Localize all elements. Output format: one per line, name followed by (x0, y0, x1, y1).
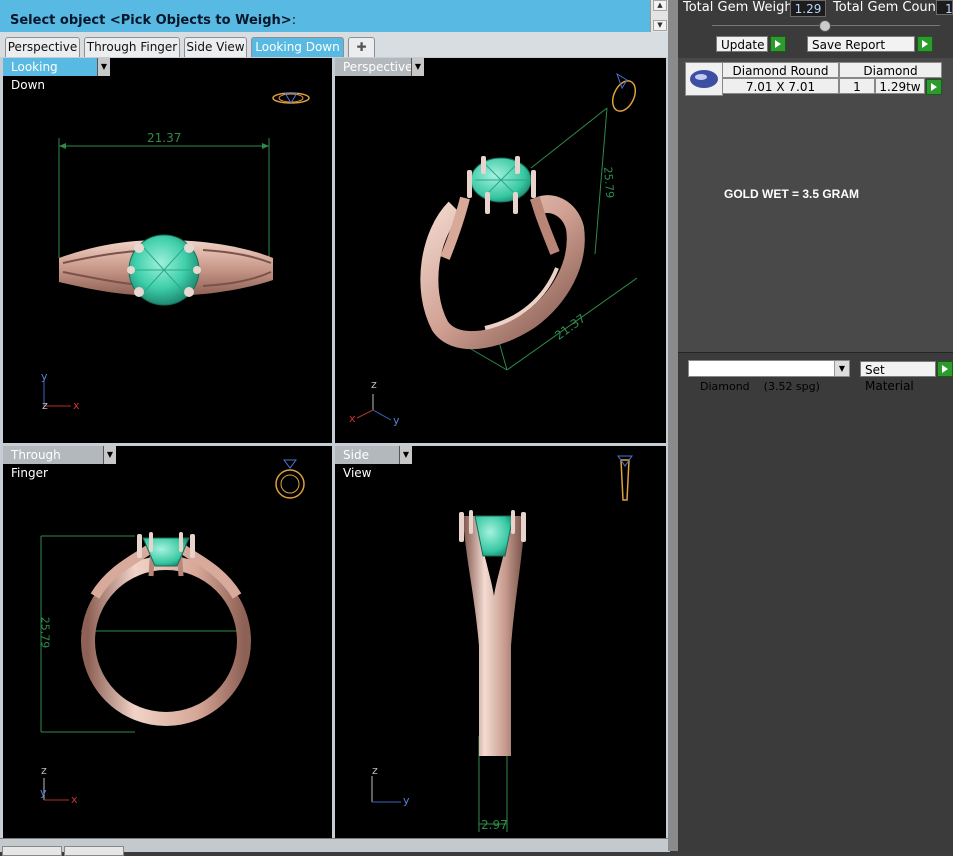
viewport-label-side-view[interactable]: Side View (335, 446, 399, 480)
diamond-round-icon (690, 70, 718, 88)
viewport-through-finger[interactable]: Through Finger ▼ 25.79 z y x (3, 446, 332, 838)
dimension-width: 21.37 (147, 131, 182, 145)
axis-x-label: x (349, 412, 356, 425)
table-header-type: Diamond (839, 62, 942, 78)
table-header-shape: Diamond Round (722, 62, 839, 78)
axis-y-label: y (393, 414, 400, 427)
looking-down-render (43, 92, 310, 407)
add-tab-button[interactable]: ✚ (348, 37, 375, 57)
set-material-button[interactable]: Set Material (860, 361, 936, 393)
scroll-up-icon[interactable]: ▲ (653, 0, 667, 11)
bottom-tab[interactable] (2, 846, 62, 856)
table-cell-count: 1 (839, 78, 875, 94)
axis-z-label: z (372, 764, 378, 777)
total-gem-weight-label: Total Gem Weight (683, 0, 798, 15)
viewport-label-perspective[interactable]: Perspective (335, 58, 413, 76)
update-go-icon[interactable] (770, 36, 786, 52)
total-gem-count-label: Total Gem Count (833, 0, 941, 15)
table-cell-weight: 1.29tw (875, 78, 925, 94)
side-view-render (371, 455, 633, 832)
save-report-go-icon[interactable] (917, 36, 933, 52)
gold-weight-note: GOLD WET = 3.5 GRAM (724, 187, 860, 201)
set-material-go-icon[interactable] (937, 361, 953, 377)
viewport-menu-icon[interactable]: ▼ (411, 58, 424, 76)
command-scrollbar[interactable]: ▲ ▼ (650, 0, 669, 32)
dimension-height: 25.79 (38, 616, 52, 649)
viewport-menu-icon[interactable]: ▼ (97, 58, 110, 76)
tab-looking-down[interactable]: Looking Down (251, 37, 344, 57)
axis-z-label: z (371, 378, 377, 391)
command-prompt-text: Select object <Pick Objects to Weigh> (10, 13, 292, 28)
panel-splitter[interactable] (668, 0, 678, 851)
axis-x-label: x (73, 399, 80, 412)
save-report-button[interactable]: Save Report (807, 36, 915, 52)
axis-y-label: y (41, 370, 48, 383)
axis-y-label: y (40, 786, 47, 799)
perspective-render (356, 72, 638, 421)
scroll-down-icon[interactable]: ▼ (653, 20, 667, 31)
material-select-value: Diamond (3.52 spg) (700, 380, 820, 393)
axis-z-label: z (42, 399, 48, 412)
dimension-height: 25.79 (601, 166, 617, 199)
viewport-label-looking-down[interactable]: Looking Down (3, 58, 97, 92)
row-go-icon[interactable] (926, 79, 942, 95)
axis-x-label: x (71, 793, 78, 806)
material-select[interactable]: Diamond (3.52 spg) ▼ (688, 360, 850, 393)
axis-y-label: y (403, 794, 410, 807)
total-gem-weight-value: 1.29 (790, 0, 826, 17)
command-prompt-colon: : (291, 13, 297, 28)
viewport-label-through-finger[interactable]: Through Finger (3, 446, 103, 480)
viewport-menu-icon[interactable]: ▼ (399, 446, 412, 464)
tab-through-finger[interactable]: Through Finger (84, 37, 180, 57)
gem-thumbnail[interactable] (685, 62, 723, 96)
viewport-perspective[interactable]: Perspective ▼ 21.37 25.79 z x y (335, 58, 666, 443)
slider-handle[interactable] (819, 20, 831, 32)
gem-table-area (678, 58, 953, 353)
viewport-side-view[interactable]: Side View ▼ 2.97 z y (335, 446, 666, 838)
dimension-thickness: 2.97 (481, 818, 508, 832)
table-cell-size: 7.01 X 7.01 (722, 78, 839, 94)
command-prompt[interactable]: Select object <Pick Objects to Weigh>: (0, 10, 650, 32)
tab-side-view[interactable]: Side View (184, 37, 247, 57)
through-finger-render (40, 459, 305, 801)
update-button[interactable]: Update (716, 36, 768, 52)
axis-z-label: z (41, 764, 47, 777)
total-gem-count-value: 1 (936, 0, 953, 15)
bottom-tab[interactable] (64, 846, 124, 856)
tab-perspective[interactable]: Perspective (5, 37, 80, 57)
viewport-looking-down[interactable]: Looking Down ▼ 21.37 y z x (3, 58, 332, 443)
chevron-down-icon[interactable]: ▼ (834, 361, 849, 376)
viewport-menu-icon[interactable]: ▼ (103, 446, 116, 464)
